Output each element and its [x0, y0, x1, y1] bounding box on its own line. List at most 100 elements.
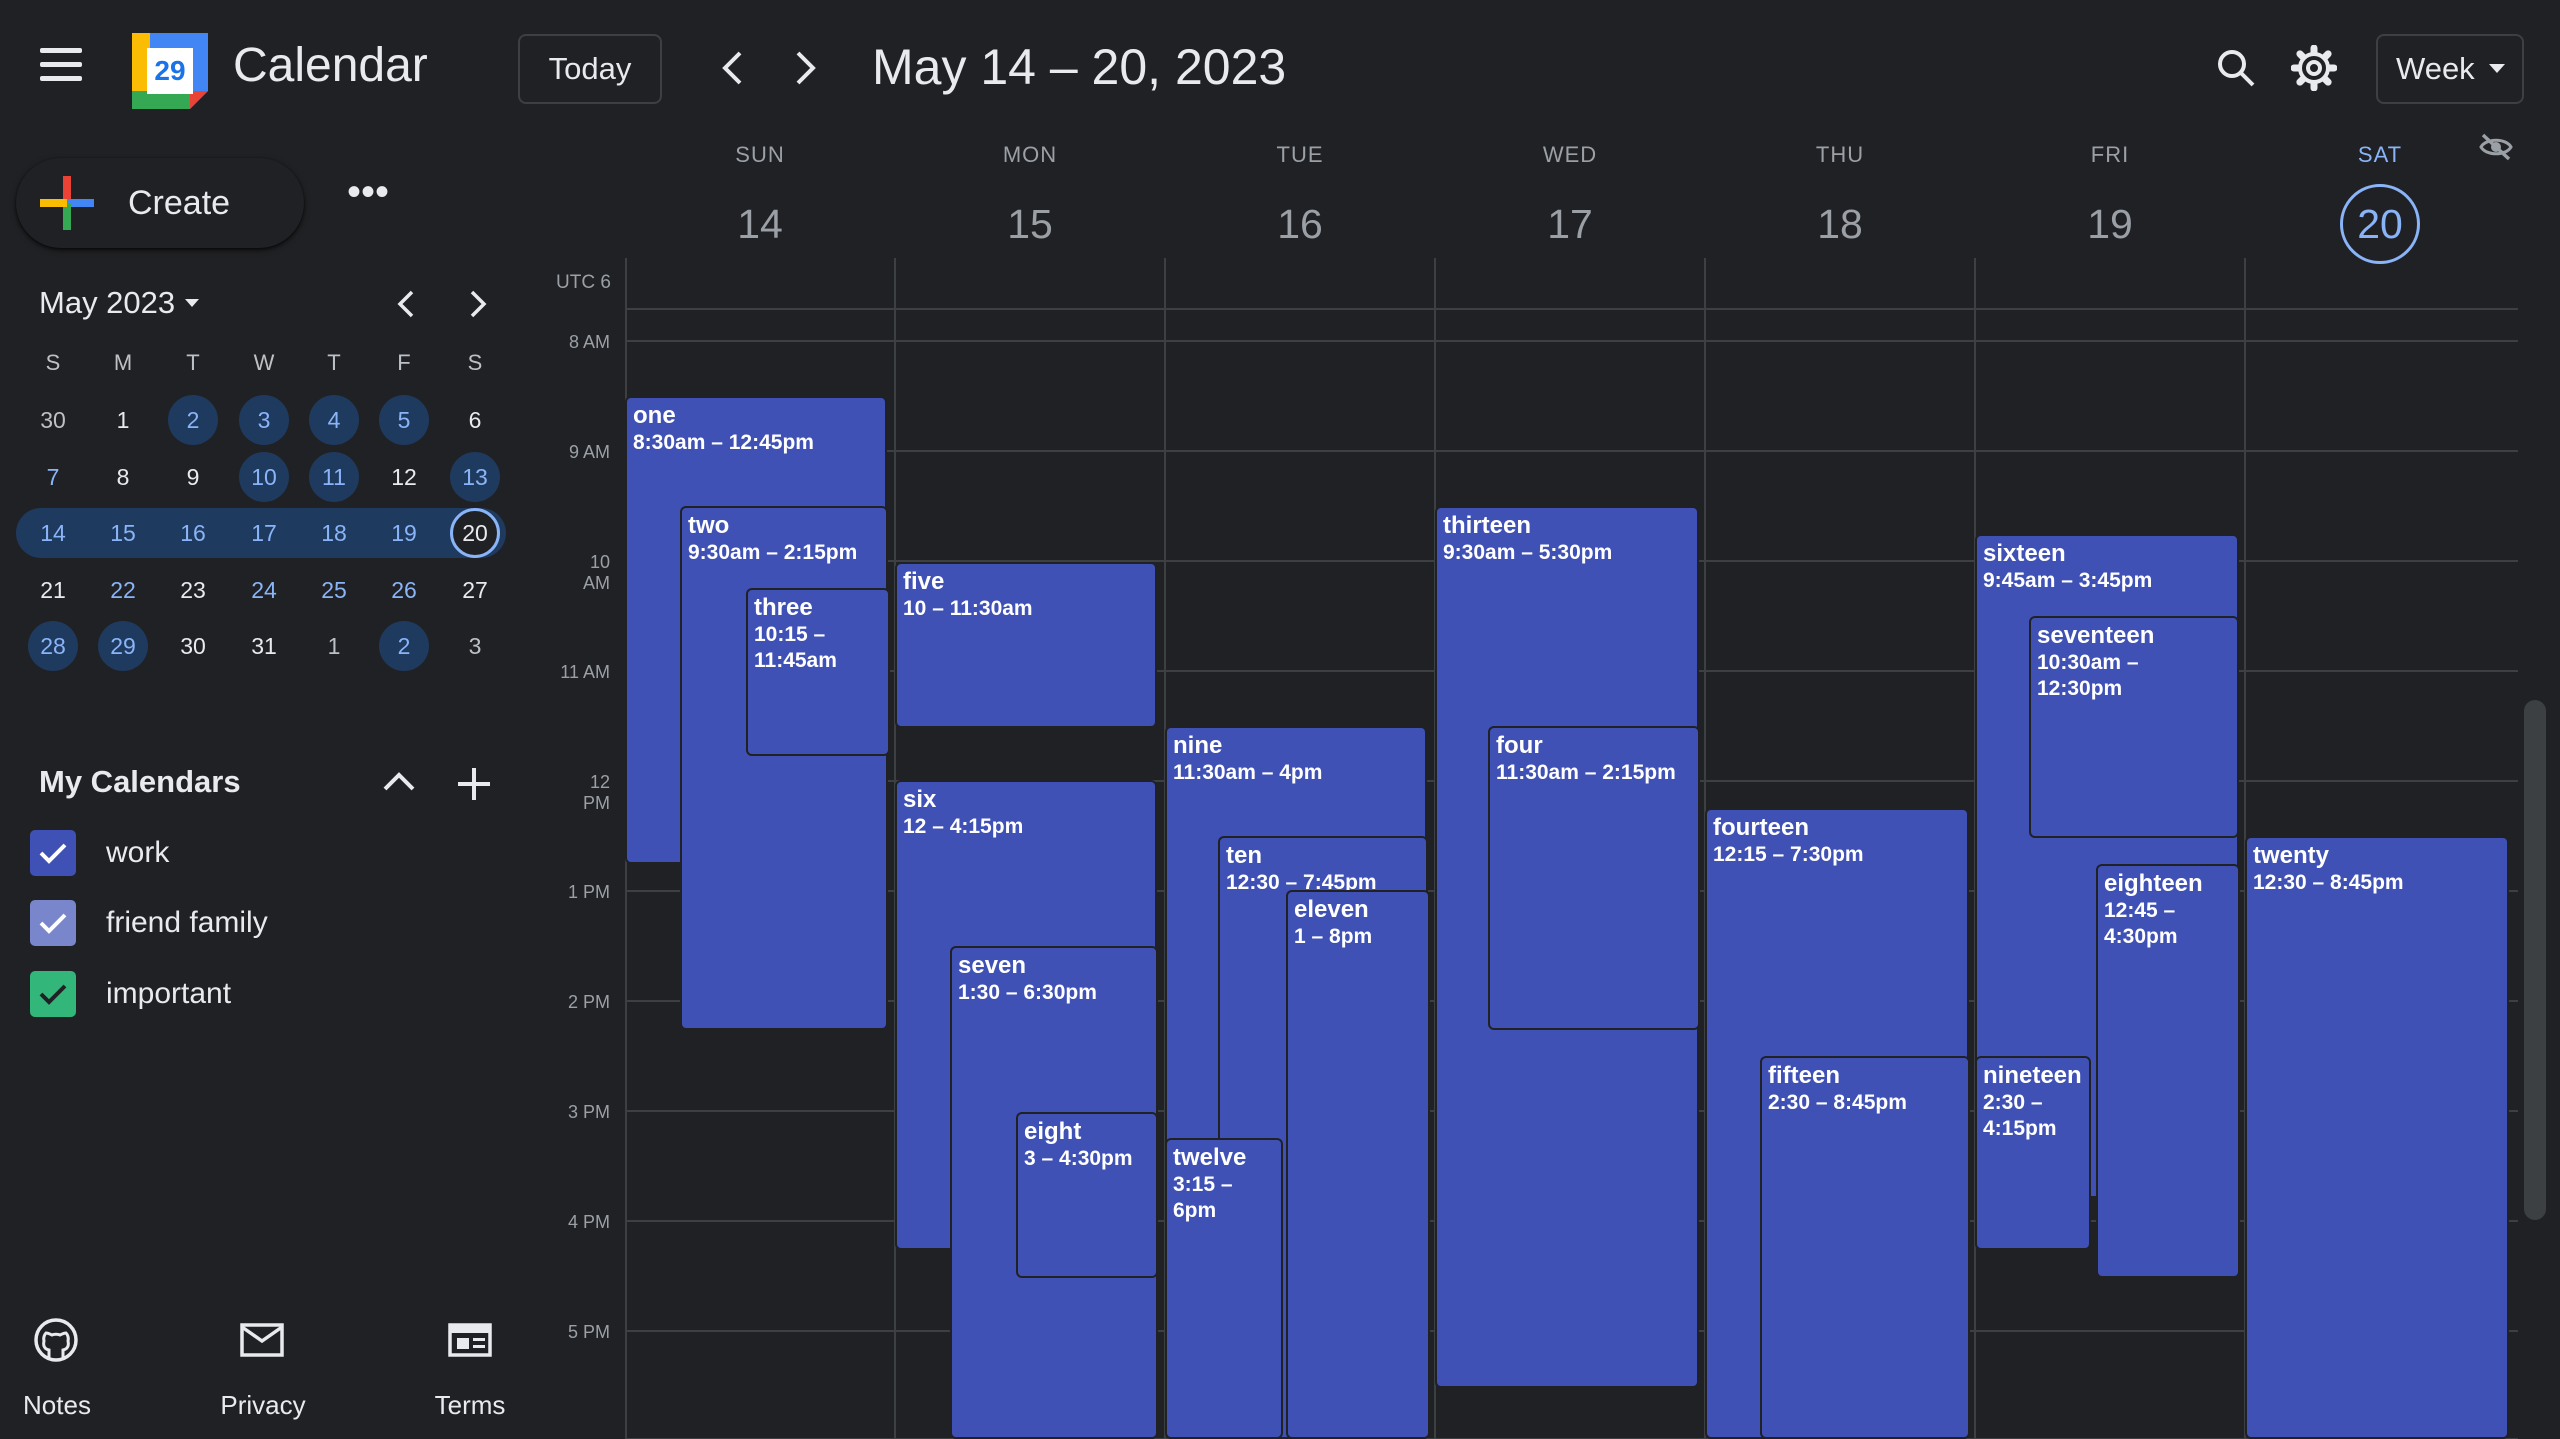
create-button[interactable]: Create [16, 158, 304, 248]
mini-day[interactable]: 30 [28, 395, 78, 445]
mail-icon[interactable] [240, 1322, 284, 1363]
view-select[interactable]: Week [2376, 34, 2524, 104]
event-title: nineteen [1983, 1062, 2082, 1089]
terms-link[interactable]: Terms [400, 1390, 540, 1421]
mini-day[interactable]: 10 [239, 452, 289, 502]
mini-day[interactable]: 21 [28, 565, 78, 615]
checkbox-checked-icon[interactable] [30, 830, 76, 876]
more-options-icon[interactable]: ••• [340, 164, 396, 220]
event-card[interactable]: nineteen 2:30 – 4:15pm [1975, 1056, 2091, 1250]
mini-day[interactable]: 24 [239, 565, 289, 615]
mini-day[interactable]: 29 [98, 621, 148, 671]
mini-day[interactable]: 13 [450, 452, 500, 502]
event-title: eleven [1294, 896, 1369, 923]
mini-day[interactable]: 17 [239, 508, 289, 558]
dropdown-arrow-icon [185, 299, 200, 307]
event-card[interactable]: eighteen 12:45 – 4:30pm [2096, 864, 2240, 1278]
collapse-chevron-up-icon[interactable] [382, 770, 416, 797]
calendar-item-work[interactable]: work [30, 828, 169, 878]
mini-day[interactable]: 14 [28, 508, 78, 558]
main-menu-icon[interactable] [40, 48, 88, 88]
notes-link[interactable]: Notes [0, 1390, 127, 1421]
mini-day[interactable]: 3 [239, 395, 289, 445]
mini-day[interactable]: 5 [379, 395, 429, 445]
day-of-week: WED [1542, 142, 1598, 167]
next-week-icon[interactable] [778, 40, 834, 96]
calendar-item-friend-family[interactable]: friend family [30, 898, 268, 948]
previous-week-icon[interactable] [704, 40, 760, 96]
mini-day[interactable]: 1 [98, 395, 148, 445]
event-time: 12:30 – 8:45pm [2253, 871, 2404, 894]
event-card[interactable]: two 9:30am – 2:15pm [680, 506, 888, 1030]
mini-day[interactable]: 2 [379, 621, 429, 671]
day-number[interactable]: 15 [990, 184, 1070, 264]
event-time: 3 – 4:30pm [1024, 1147, 1133, 1170]
event-card[interactable]: twelve 3:15 – 6pm [1165, 1138, 1283, 1439]
mini-day[interactable]: 22 [98, 565, 148, 615]
hour-label: 5 PM [567, 1322, 610, 1342]
add-calendar-plus-icon[interactable] [456, 766, 492, 807]
mini-day[interactable]: 30 [168, 621, 218, 671]
mini-day[interactable]: 15 [98, 508, 148, 558]
hide-eye-slash-icon[interactable] [2478, 132, 2514, 167]
event-time: 9:45am – 3:45pm [1983, 569, 2153, 592]
calendar-item-important[interactable]: important [30, 969, 231, 1019]
event-card[interactable]: five 10 – 11:30am [895, 562, 1157, 728]
mini-day[interactable]: 26 [379, 565, 429, 615]
mini-day[interactable]: 16 [168, 508, 218, 558]
settings-gear-icon[interactable] [2282, 36, 2346, 100]
day-number[interactable]: 18 [1800, 184, 1880, 264]
day-number[interactable]: 19 [2070, 184, 2150, 264]
day-number[interactable]: 17 [1530, 184, 1610, 264]
mini-day[interactable]: 6 [450, 395, 500, 445]
mini-day[interactable]: 1 [309, 621, 359, 671]
hour-label: 12 PM [583, 772, 610, 813]
mini-day[interactable]: 2 [168, 395, 218, 445]
mini-next-month-icon[interactable] [450, 276, 506, 332]
event-card[interactable]: three 10:15 – 11:45am [746, 588, 890, 756]
checkbox-checked-icon[interactable] [30, 971, 76, 1017]
mini-day[interactable]: 18 [309, 508, 359, 558]
mini-day[interactable]: 12 [379, 452, 429, 502]
event-card[interactable]: eight 3 – 4:30pm [1016, 1112, 1158, 1278]
today-button[interactable]: Today [518, 34, 662, 104]
mini-day[interactable]: 11 [309, 452, 359, 502]
privacy-link[interactable]: Privacy [193, 1390, 333, 1421]
event-card[interactable]: twenty 12:30 – 8:45pm [2245, 836, 2509, 1439]
checkbox-checked-icon[interactable] [30, 900, 76, 946]
day-number-today[interactable]: 20 [2340, 184, 2420, 264]
mini-day[interactable]: 3 [450, 621, 500, 671]
mini-day[interactable]: 19 [379, 508, 429, 558]
event-card[interactable]: four 11:30am – 2:15pm [1488, 726, 1700, 1030]
mini-day[interactable]: 25 [309, 565, 359, 615]
mini-day-today[interactable]: 20 [450, 508, 500, 558]
event-card[interactable]: seventeen 10:30am – 12:30pm [2029, 616, 2239, 838]
github-icon[interactable] [32, 1316, 80, 1369]
event-card[interactable]: eleven 1 – 8pm [1286, 890, 1430, 1439]
mini-day[interactable]: 4 [309, 395, 359, 445]
event-card[interactable]: fifteen 2:30 – 8:45pm [1760, 1056, 1970, 1439]
search-icon[interactable] [2204, 36, 2268, 100]
mini-dow: W [253, 350, 275, 375]
event-title: sixteen [1983, 540, 2066, 567]
mini-day[interactable]: 7 [28, 452, 78, 502]
event-title: five [903, 568, 945, 595]
mini-prev-month-icon[interactable] [378, 276, 434, 332]
event-time: 3:15 – 6pm [1173, 1173, 1233, 1222]
event-time: 11:30am – 2:15pm [1496, 761, 1676, 784]
my-calendars-title[interactable]: My Calendars [39, 764, 241, 800]
day-number[interactable]: 16 [1260, 184, 1340, 264]
mini-day[interactable]: 28 [28, 621, 78, 671]
day-number[interactable]: 14 [720, 184, 800, 264]
mini-day[interactable]: 8 [98, 452, 148, 502]
mini-day[interactable]: 9 [168, 452, 218, 502]
mini-day[interactable]: 27 [450, 565, 500, 615]
mini-day[interactable]: 23 [168, 565, 218, 615]
mini-day[interactable]: 31 [239, 621, 289, 671]
event-title: fifteen [1768, 1062, 1840, 1089]
grid-scrollbar[interactable] [2524, 700, 2546, 1220]
terms-document-icon[interactable] [448, 1322, 492, 1363]
mini-dow: M [113, 350, 133, 375]
hour-label: 8 AM [568, 332, 610, 352]
mini-calendar-month[interactable]: May 2023 [39, 285, 200, 321]
